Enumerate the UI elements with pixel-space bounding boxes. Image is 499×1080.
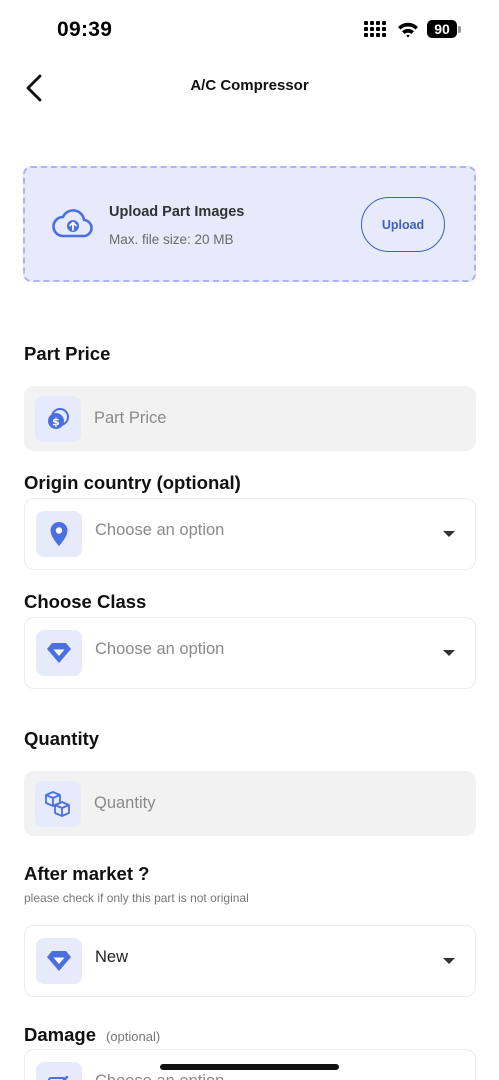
quantity-field[interactable] <box>24 771 476 836</box>
choose-class-label: Choose Class <box>24 591 147 612</box>
dollar-coin-svg: $ <box>48 408 69 429</box>
damage-label: Damage (optional) <box>24 1024 160 1046</box>
origin-country-select[interactable]: Choose an option <box>24 498 476 570</box>
status-icons: 90 <box>363 20 461 38</box>
status-bar: 09:39 90 <box>0 0 499 60</box>
chevron-down-icon <box>443 958 455 964</box>
part-price-label: Part Price <box>24 343 111 364</box>
quantity-label: Quantity <box>24 728 100 749</box>
chevron-down-icon <box>443 650 455 656</box>
origin-country-value: Choose an option <box>95 521 225 539</box>
upload-title: Upload Part Images <box>109 204 245 220</box>
upload-button[interactable]: Upload <box>361 197 445 252</box>
boxes-icon <box>35 781 81 827</box>
diamond-icon <box>36 938 82 984</box>
dollar-coin-icon: $ <box>35 396 81 442</box>
part-price-input[interactable] <box>94 386 454 451</box>
navigation-bar: A/C Compressor <box>0 60 499 116</box>
after-market-hint: please check if only this part is not or… <box>24 891 249 905</box>
signal-icon <box>364 21 386 37</box>
wifi-icon <box>398 22 418 37</box>
damage-value: Choose an option <box>95 1072 224 1080</box>
part-price-field[interactable]: $ <box>24 386 476 451</box>
diamond-svg <box>47 643 71 663</box>
upload-dropzone[interactable]: Upload Part Images Max. file size: 20 MB… <box>23 166 476 282</box>
diamond-svg <box>47 951 71 971</box>
diamond-icon <box>36 630 82 676</box>
location-pin-svg <box>50 522 68 546</box>
cloud-upload-icon <box>52 209 93 238</box>
battery-level: 90 <box>427 20 457 38</box>
quantity-input[interactable] <box>94 771 454 836</box>
page-title: A/C Compressor <box>190 77 309 94</box>
damage-label-text: Damage <box>24 1024 96 1045</box>
battery-icon: 90 <box>427 20 461 38</box>
choose-class-select[interactable]: Choose an option <box>24 617 476 689</box>
location-pin-icon <box>36 511 82 557</box>
chevron-down-icon <box>443 531 455 537</box>
after-market-select[interactable]: New <box>24 925 476 997</box>
edit-svg <box>48 1075 69 1080</box>
battery-cap <box>458 25 461 33</box>
choose-class-value: Choose an option <box>95 640 225 658</box>
damage-optional-tag: (optional) <box>105 1029 161 1044</box>
home-indicator[interactable] <box>160 1064 339 1070</box>
upload-size-limit: Max. file size: 20 MB <box>109 232 234 247</box>
svg-text:$: $ <box>52 416 60 429</box>
status-time: 09:39 <box>57 18 113 41</box>
edit-icon <box>36 1062 82 1080</box>
origin-country-label: Origin country (optional) <box>24 472 241 493</box>
after-market-label: After market ? <box>24 863 150 884</box>
boxes-svg <box>45 791 70 817</box>
after-market-value: New <box>95 948 129 966</box>
